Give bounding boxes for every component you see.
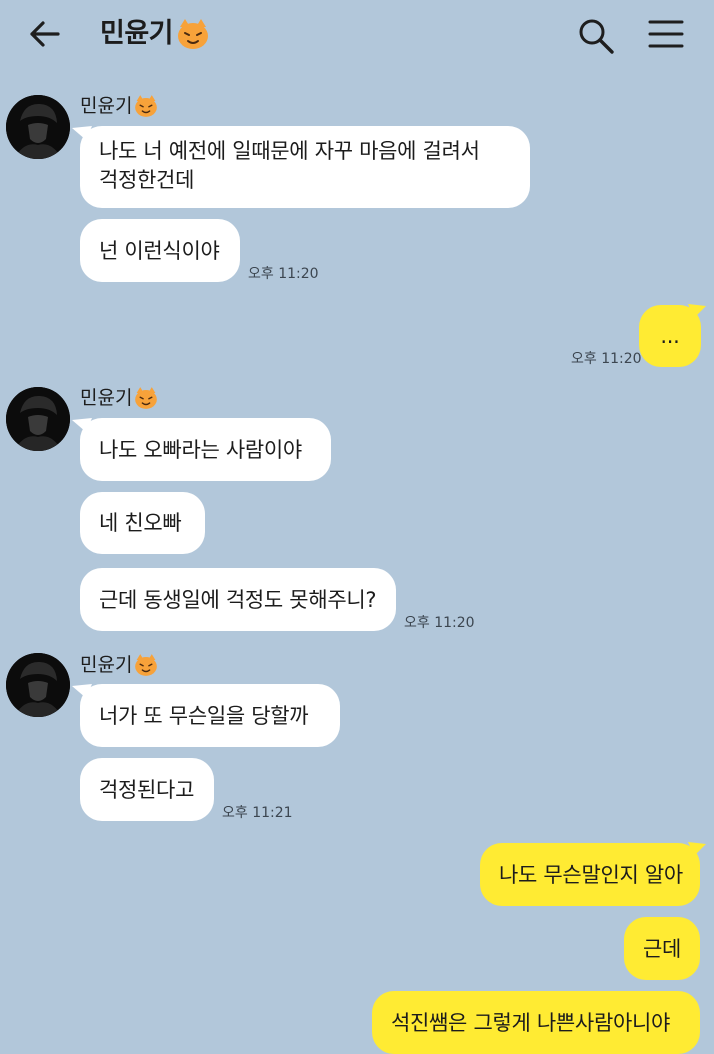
my-message-bubble[interactable]: 석진쌤은 그렇게 나쁜사람아니야	[372, 991, 700, 1054]
message-bubble[interactable]: 근데 동생일에 걱정도 못해주니?	[80, 568, 396, 631]
cat-emoji-icon	[178, 19, 209, 49]
back-button[interactable]	[22, 14, 68, 54]
sender-name: 민윤기	[80, 93, 159, 119]
search-icon	[579, 19, 614, 54]
avatar[interactable]	[6, 653, 70, 717]
sender-name-text: 민윤기	[80, 95, 133, 117]
cat-emoji-icon	[135, 654, 158, 676]
message-bubble[interactable]: 넌 이런식이야	[80, 219, 240, 282]
message-time: 오후 11:20	[404, 615, 475, 631]
message-time: 오후 11:20	[248, 266, 319, 282]
message-time: 오후 11:20	[571, 351, 642, 367]
search-button[interactable]	[574, 14, 618, 58]
sender-name: 민윤기	[80, 652, 159, 678]
profile-photo	[6, 653, 70, 717]
sender-name-text: 민윤기	[80, 387, 133, 409]
menu-button[interactable]	[644, 14, 688, 58]
message-bubble[interactable]: 나도 너 예전에 일때문에 자꾸 마음에 걸려서 걱정한건데	[80, 126, 530, 208]
message-bubble[interactable]: 네 친오빠	[80, 492, 205, 554]
chat-title-text: 민윤기	[100, 18, 174, 49]
chat-title: 민윤기	[100, 14, 211, 54]
menu-icon	[648, 20, 684, 48]
sender-name-text: 민윤기	[80, 654, 133, 676]
message-bubble[interactable]: 너가 또 무슨일을 당할까	[80, 684, 340, 747]
my-message-bubble[interactable]: 근데	[624, 917, 700, 980]
cat-emoji-icon	[135, 387, 158, 409]
bubble-tail	[688, 842, 706, 856]
profile-photo	[6, 95, 70, 159]
avatar[interactable]	[6, 95, 70, 159]
profile-photo	[6, 387, 70, 451]
chat-header: 민윤기	[0, 0, 714, 70]
avatar[interactable]	[6, 387, 70, 451]
cat-emoji-icon	[135, 95, 158, 117]
message-bubble[interactable]: 걱정된다고	[80, 758, 214, 821]
my-message-bubble[interactable]: 나도 무슨말인지 알아	[480, 843, 700, 906]
message-bubble[interactable]: 나도 오빠라는 사람이야	[80, 418, 331, 481]
message-time: 오후 11:21	[222, 805, 293, 821]
arrow-left-icon	[30, 21, 60, 47]
bubble-tail	[688, 304, 706, 318]
sender-name: 민윤기	[80, 385, 159, 411]
